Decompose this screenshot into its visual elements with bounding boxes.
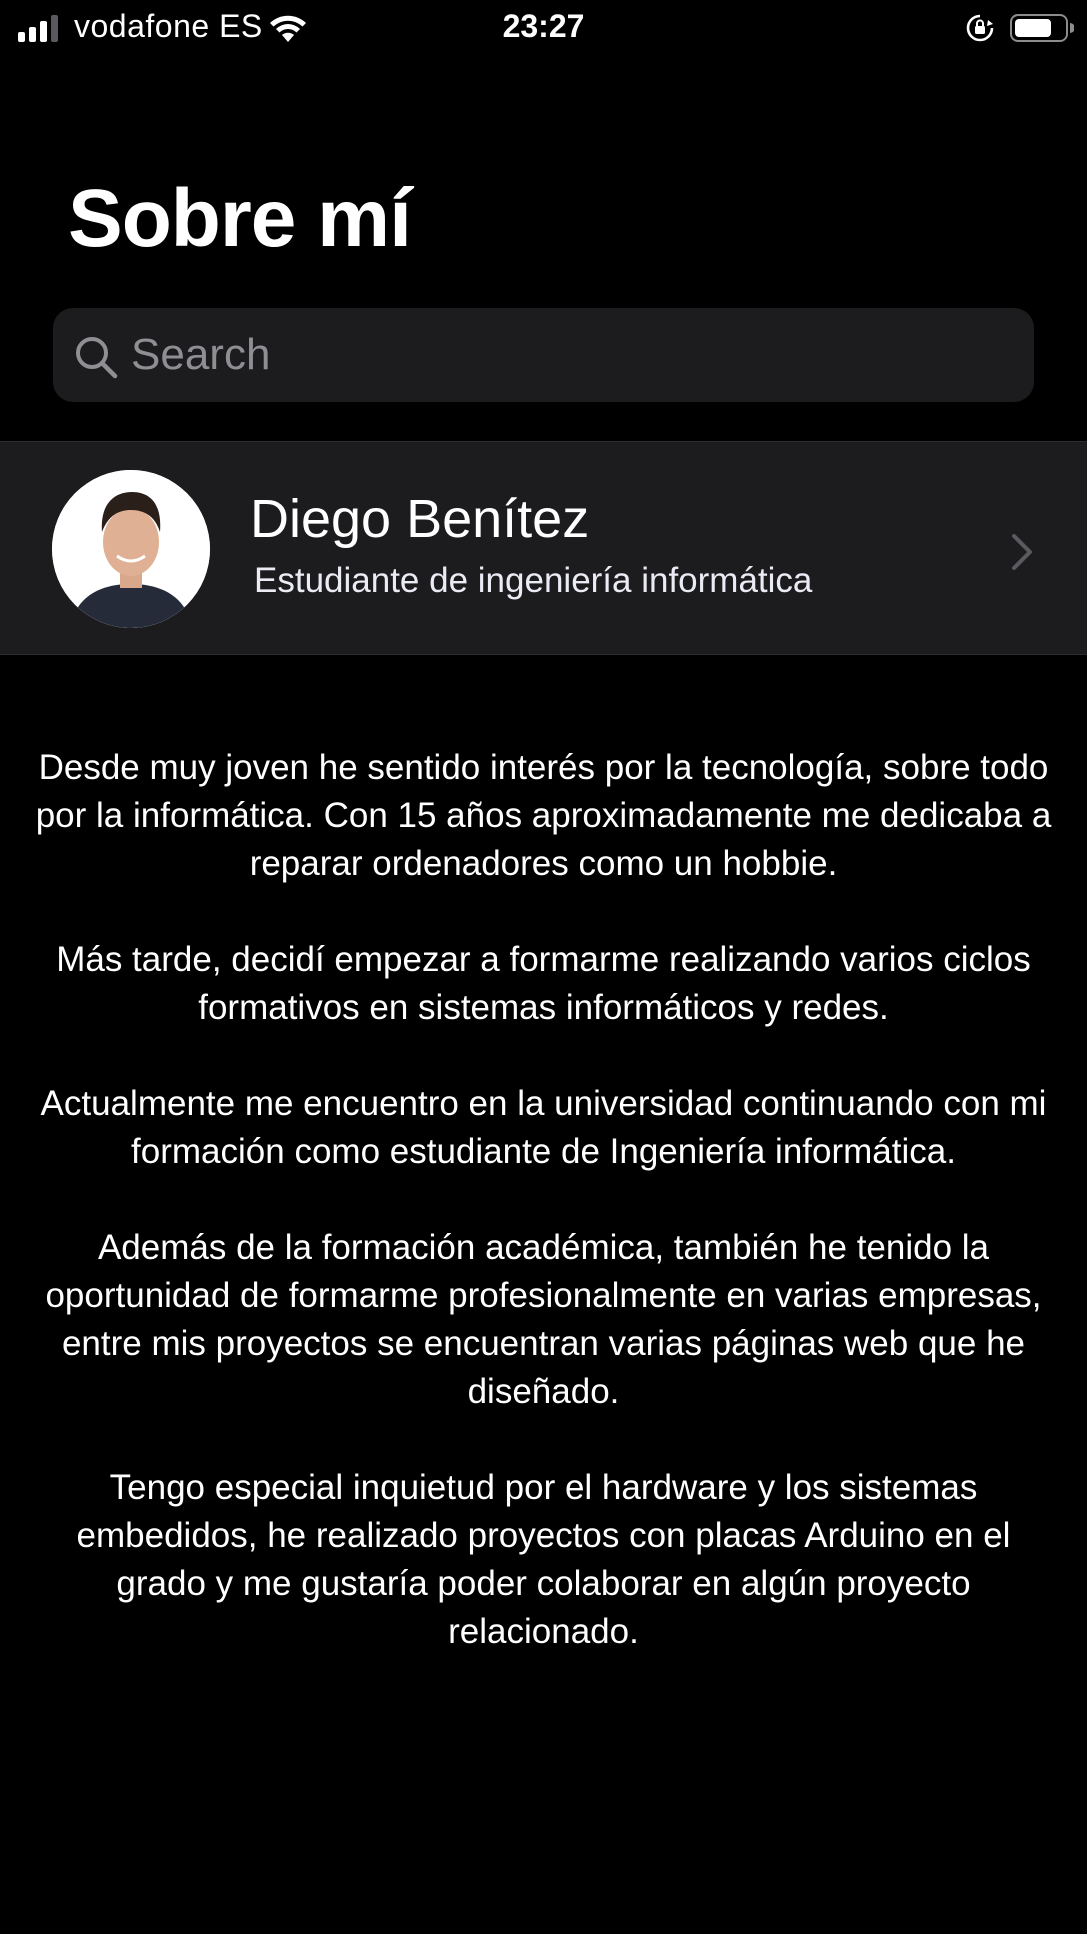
page-title: Sobre mí bbox=[68, 173, 412, 264]
bio-paragraph: Más tarde, decidí empezar a formarme rea… bbox=[56, 940, 1031, 1027]
profile-subtitle: Estudiante de ingeniería informática bbox=[254, 561, 813, 600]
bio-paragraph: Además de la formación académica, tambié… bbox=[45, 1228, 1042, 1411]
rotation-lock-icon bbox=[966, 14, 994, 42]
battery-icon bbox=[1010, 14, 1074, 42]
chevron-right-icon bbox=[1012, 534, 1032, 570]
bio-paragraph: Tengo especial inquietud por el hardware… bbox=[76, 1468, 1011, 1651]
bio-paragraph: Desde muy joven he sentido interés por l… bbox=[35, 748, 1052, 883]
search-input[interactable] bbox=[131, 308, 1011, 402]
profile-row[interactable]: Diego Benítez Estudiante de ingeniería i… bbox=[0, 441, 1087, 655]
avatar bbox=[52, 470, 210, 628]
search-bar[interactable] bbox=[53, 308, 1034, 402]
bio-text: Desde muy joven he sentido interés por l… bbox=[30, 744, 1057, 1704]
profile-name: Diego Benítez bbox=[250, 489, 590, 549]
clock: 23:27 bbox=[502, 8, 585, 44]
bio-paragraph: Actualmente me encuentro en la universid… bbox=[40, 1084, 1047, 1171]
status-bar: vodafone ES 23:27 bbox=[0, 0, 1087, 56]
search-icon bbox=[76, 337, 118, 379]
